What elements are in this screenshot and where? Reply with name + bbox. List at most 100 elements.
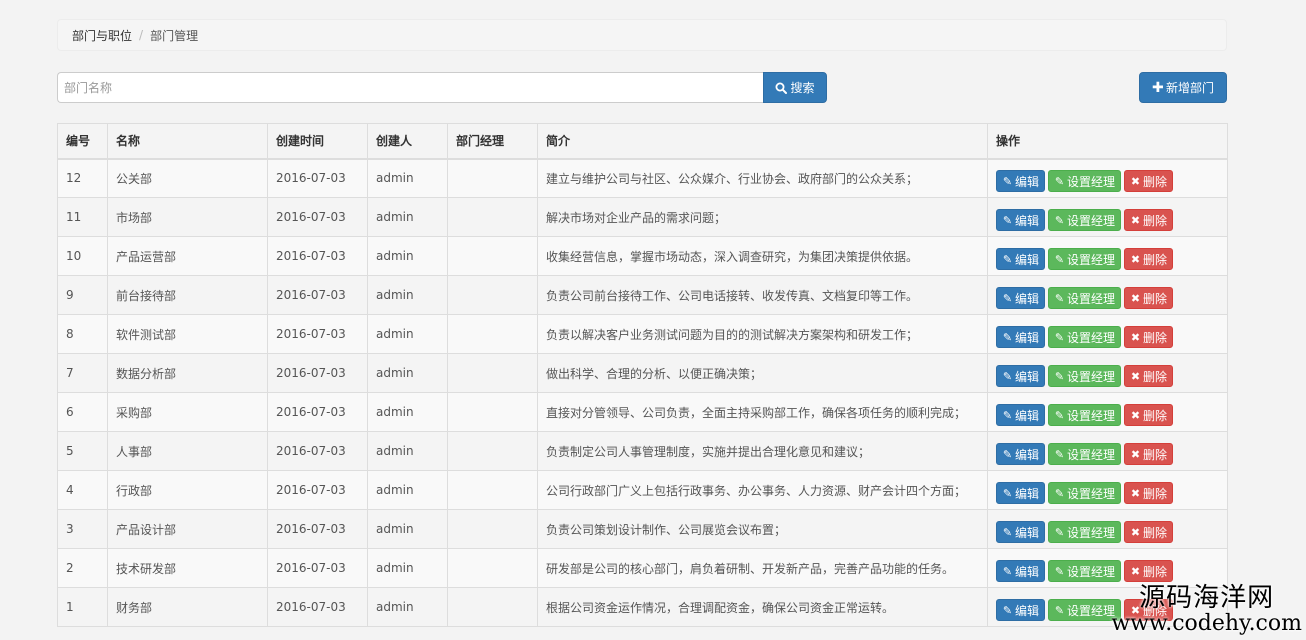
set-manager-button[interactable]: ✎ 设置经理 (1048, 404, 1122, 426)
set-manager-button[interactable]: ✎ 设置经理 (1048, 209, 1122, 231)
table-row: 11 市场部 2016-07-03 admin 解决市场对企业产品的需求问题； ✎ 编辑 ✎ 设… (57, 197, 1228, 237)
delete-button[interactable]: ✖ 删除 (1124, 482, 1174, 504)
edit-button[interactable]: ✎ 编辑 (996, 365, 1046, 387)
set-manager-button[interactable]: ✎ 设置经理 (1048, 521, 1122, 543)
breadcrumb-separator: / (139, 28, 144, 42)
department-name-search-input[interactable] (57, 72, 763, 103)
cell-creator: admin (367, 392, 448, 432)
edit-button[interactable]: ✎ 编辑 (996, 560, 1046, 582)
set-manager-label: 设置经理 (1067, 603, 1116, 618)
set-manager-button[interactable]: ✎ 设置经理 (1048, 326, 1122, 348)
edit-square-icon: ✎ (1054, 330, 1065, 344)
search-bar: 搜索 (57, 72, 827, 103)
edit-button[interactable]: ✎ 编辑 (996, 404, 1046, 426)
cell-name: 采购部 (107, 392, 268, 432)
set-manager-button[interactable]: ✎ 设置经理 (1048, 287, 1122, 309)
cell-manager (447, 587, 538, 627)
set-manager-button[interactable]: ✎ 设置经理 (1048, 248, 1122, 270)
add-department-label: 新增部门 (1165, 81, 1214, 95)
edit-button[interactable]: ✎ 编辑 (996, 248, 1046, 270)
pencil-icon: ✎ (1002, 564, 1013, 578)
watermark-url: www.codehy.com (1111, 611, 1302, 636)
delete-label: 删除 (1143, 252, 1168, 267)
close-icon: ✖ (1130, 486, 1141, 500)
edit-button[interactable]: ✎ 编辑 (996, 287, 1046, 309)
edit-square-icon: ✎ (1054, 369, 1065, 383)
delete-button[interactable]: ✖ 删除 (1124, 209, 1174, 231)
cell-creator: admin (367, 587, 448, 627)
table-header-row: 编号 名称 创建时间 创建人 部门经理 简介 操作 (57, 123, 1228, 160)
breadcrumb-parent-link[interactable]: 部门与职位 (72, 27, 132, 44)
set-manager-label: 设置经理 (1067, 213, 1116, 228)
pencil-icon: ✎ (1002, 213, 1013, 227)
delete-button[interactable]: ✖ 删除 (1124, 404, 1174, 426)
edit-button[interactable]: ✎ 编辑 (996, 599, 1046, 621)
pencil-icon: ✎ (1002, 330, 1013, 344)
close-icon: ✖ (1130, 291, 1141, 305)
set-manager-button[interactable]: ✎ 设置经理 (1048, 170, 1122, 193)
cell-creator: admin (367, 197, 448, 237)
set-manager-button[interactable]: ✎ 设置经理 (1048, 482, 1122, 504)
header-actions: 操作 (987, 123, 1228, 160)
cell-created: 2016-07-03 (267, 197, 368, 237)
cell-desc: 收集经营信息，掌握市场动态，深入调查研究，为集团决策提供依据。 (537, 236, 988, 276)
cell-id: 3 (57, 509, 108, 549)
edit-button[interactable]: ✎ 编辑 (996, 443, 1046, 465)
edit-button[interactable]: ✎ 编辑 (996, 482, 1046, 504)
cell-actions: ✎ 编辑 ✎ 设置经理 ✖ 删除 (987, 548, 1228, 588)
pencil-icon: ✎ (1002, 525, 1013, 539)
cell-created: 2016-07-03 (267, 275, 368, 315)
set-manager-button[interactable]: ✎ 设置经理 (1048, 365, 1122, 387)
cell-desc: 负责公司前台接待工作、公司电话接转、收发传真、文档复印等工作。 (537, 275, 988, 315)
table-row: 6 采购部 2016-07-03 admin 直接对分管领导、公司负责，全面主持采购部工… (57, 392, 1228, 432)
delete-button[interactable]: ✖ 删除 (1124, 326, 1174, 348)
row-actions: ✎ 编辑 ✎ 设置经理 ✖ 删除 (996, 164, 1219, 193)
table-row: 9 前台接待部 2016-07-03 admin 负责公司前台接待工作、公司电话接转、收… (57, 275, 1228, 315)
edit-label: 编辑 (1015, 408, 1040, 423)
set-manager-label: 设置经理 (1067, 252, 1116, 267)
set-manager-label: 设置经理 (1067, 564, 1116, 579)
cell-manager (447, 353, 538, 393)
delete-button[interactable]: ✖ 删除 (1124, 248, 1174, 270)
row-actions: ✎ 编辑 ✎ 设置经理 ✖ 删除 (996, 320, 1219, 348)
cell-manager (447, 548, 538, 588)
pencil-icon: ✎ (1002, 447, 1013, 461)
cell-creator: admin (367, 470, 448, 510)
delete-label: 删除 (1143, 447, 1168, 462)
delete-button[interactable]: ✖ 删除 (1124, 443, 1174, 465)
edit-button[interactable]: ✎ 编辑 (996, 170, 1046, 193)
set-manager-label: 设置经理 (1067, 525, 1116, 540)
pencil-icon: ✎ (1002, 369, 1013, 383)
cell-desc: 建立与维护公司与社区、公众媒介、行业协会、政府部门的公众关系； (537, 158, 988, 198)
row-actions: ✎ 编辑 ✎ 设置经理 ✖ 删除 (996, 515, 1219, 543)
cell-actions: ✎ 编辑 ✎ 设置经理 ✖ 删除 (987, 314, 1228, 354)
add-department-button[interactable]: ✚ 新增部门 (1139, 72, 1227, 103)
set-manager-button[interactable]: ✎ 设置经理 (1048, 443, 1122, 465)
cell-actions: ✎ 编辑 ✎ 设置经理 ✖ 删除 (987, 470, 1228, 510)
cell-id: 5 (57, 431, 108, 471)
set-manager-button[interactable]: ✎ 设置经理 (1048, 560, 1122, 582)
edit-label: 编辑 (1015, 291, 1040, 306)
row-actions: ✎ 编辑 ✎ 设置经理 ✖ 删除 (996, 242, 1219, 270)
delete-button[interactable]: ✖ 删除 (1124, 287, 1174, 309)
cell-manager (447, 275, 538, 315)
delete-button[interactable]: ✖ 删除 (1124, 365, 1174, 387)
delete-button[interactable]: ✖ 删除 (1124, 521, 1174, 543)
edit-button[interactable]: ✎ 编辑 (996, 209, 1046, 231)
set-manager-label: 设置经理 (1067, 447, 1116, 462)
row-actions: ✎ 编辑 ✎ 设置经理 ✖ 删除 (996, 554, 1219, 582)
edit-square-icon: ✎ (1054, 447, 1065, 461)
cell-created: 2016-07-03 (267, 587, 368, 627)
edit-square-icon: ✎ (1054, 408, 1065, 422)
cell-name: 产品设计部 (107, 509, 268, 549)
site-watermark: 源码海洋网 www.codehy.com (1111, 584, 1302, 636)
edit-button[interactable]: ✎ 编辑 (996, 326, 1046, 348)
edit-button[interactable]: ✎ 编辑 (996, 521, 1046, 543)
close-icon: ✖ (1130, 447, 1141, 461)
cell-desc: 直接对分管领导、公司负责，全面主持采购部工作，确保各项任务的顺利完成； (537, 392, 988, 432)
cell-creator: admin (367, 236, 448, 276)
delete-button[interactable]: ✖ 删除 (1124, 560, 1174, 582)
search-button[interactable]: 搜索 (763, 72, 827, 103)
delete-button[interactable]: ✖ 删除 (1124, 170, 1174, 193)
table-row: 12 公关部 2016-07-03 admin 建立与维护公司与社区、公众媒介、行业协会… (57, 158, 1228, 198)
